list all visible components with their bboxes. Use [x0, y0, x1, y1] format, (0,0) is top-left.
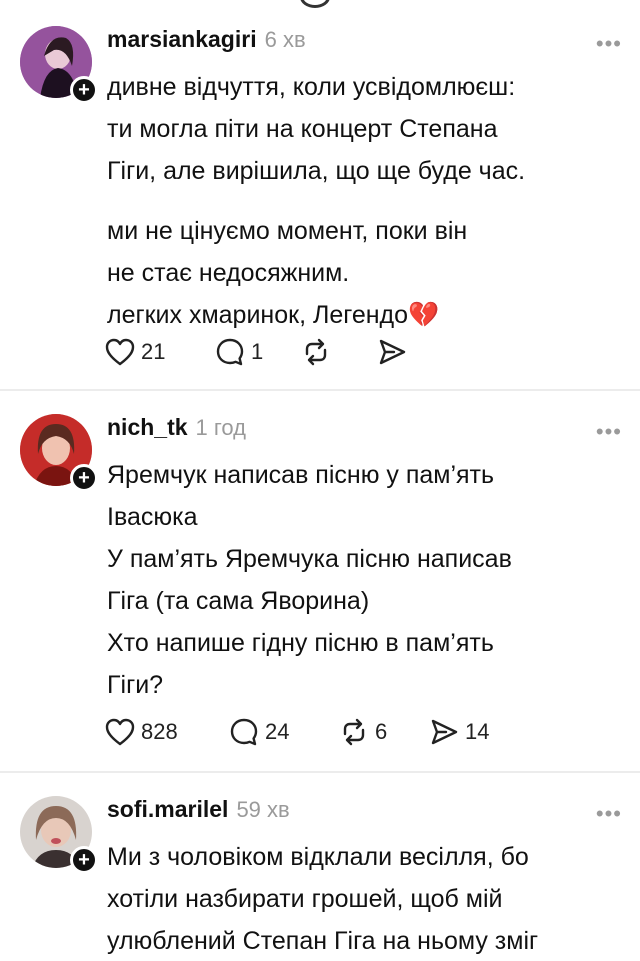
repost-count: 6: [375, 719, 388, 744]
send-icon: [431, 719, 458, 745]
post-text: Яремчук написав пісню у пам’ять Івасюка …: [107, 454, 627, 706]
text-line: Гіги?: [107, 671, 164, 699]
avatar-wrap[interactable]: +: [20, 796, 98, 874]
follow-badge-plus-icon[interactable]: +: [70, 846, 98, 874]
repost-button[interactable]: 6: [339, 717, 429, 747]
avatar-wrap[interactable]: +: [20, 26, 98, 104]
send-icon: [379, 339, 406, 365]
follow-badge-plus-icon[interactable]: +: [70, 464, 98, 492]
paragraph: Ми з чоловіком відклали весілля, бо хоті…: [107, 836, 627, 961]
timestamp: 1 год: [195, 415, 247, 440]
more-options-icon[interactable]: •••: [596, 33, 622, 55]
avatar-wrap[interactable]: +: [20, 414, 98, 492]
text-line: не стає недосяжним.: [107, 259, 350, 287]
repost-icon: [343, 718, 365, 746]
comment-icon: [216, 338, 244, 366]
comment-icon: [230, 718, 258, 746]
post-header: marsiankagiri 6 хв: [107, 26, 306, 56]
more-options-icon[interactable]: •••: [596, 421, 622, 443]
reply-count: 24: [265, 719, 290, 744]
paragraph: Яремчук написав пісню у пам’ять Івасюка …: [107, 454, 627, 706]
post-header: sofi.marilel 59 хв: [107, 796, 290, 826]
username[interactable]: nich_tk: [107, 414, 188, 441]
divider: [0, 389, 640, 391]
text-line: Хто напише гідну пісню в пам’ять: [107, 629, 494, 657]
text-line-content: легких хмаринок, Легендо: [107, 301, 409, 329]
paragraph: ми не цінуємо момент, поки він не стає н…: [107, 210, 627, 336]
timestamp: 6 хв: [264, 27, 306, 52]
divider: [0, 771, 640, 773]
share-button[interactable]: [377, 337, 413, 367]
text-line: Гіга (та сама Яворина): [107, 587, 370, 615]
text-line: ти могла піти на концерт Степана: [107, 115, 498, 143]
timestamp: 59 хв: [236, 797, 290, 822]
text-line: Гіги, але вирішила, що ще буде час.: [107, 157, 526, 185]
text-line: хотіли назбирати грошей, щоб мій: [107, 885, 503, 913]
share-count: 14: [465, 719, 490, 744]
more-options-icon[interactable]: •••: [596, 803, 622, 825]
reply-button[interactable]: 1: [215, 337, 301, 367]
repost-icon: [305, 338, 327, 366]
post-header: nich_tk 1 год: [107, 414, 246, 444]
post-text: дивне відчуття, коли усвідомлюєш: ти мог…: [107, 66, 627, 336]
paragraph: дивне відчуття, коли усвідомлюєш: ти мог…: [107, 66, 627, 192]
text-line: Івасюка: [107, 503, 198, 531]
text-line: улюблений Степан Гіга на ньому зміг: [107, 927, 539, 955]
follow-badge-plus-icon[interactable]: +: [70, 76, 98, 104]
text-line: Ми з чоловіком відклали весілля, бо: [107, 843, 529, 871]
text-line: Яремчук написав пісню у пам’ять: [107, 461, 495, 489]
text-line: ми не цінуємо момент, поки він: [107, 217, 468, 245]
heart-icon: [105, 718, 135, 746]
username[interactable]: marsiankagiri: [107, 26, 257, 53]
like-count: 21: [141, 339, 166, 364]
post-text: Ми з чоловіком відклали весілля, бо хоті…: [107, 836, 627, 961]
text-line: дивне відчуття, коли усвідомлюєш:: [107, 73, 516, 101]
text-line: легких хмаринок, Легендо💔: [107, 294, 627, 336]
repost-button[interactable]: [301, 337, 377, 367]
reply-count: 1: [251, 339, 264, 364]
text-line: У пам’ять Яремчука пісню написав: [107, 545, 512, 573]
like-count: 828: [141, 719, 178, 744]
action-bar: 21 1: [105, 336, 413, 368]
heart-icon: [105, 338, 135, 366]
username[interactable]: sofi.marilel: [107, 796, 228, 823]
like-button[interactable]: 828: [105, 718, 229, 746]
avatar-top-edge: [300, 0, 330, 8]
action-bar: 828 24 6 14: [105, 716, 489, 748]
reply-button[interactable]: 24: [229, 717, 339, 747]
share-button[interactable]: 14: [429, 717, 489, 747]
broken-heart-emoji: 💔: [408, 301, 440, 329]
like-button[interactable]: 21: [105, 338, 215, 366]
